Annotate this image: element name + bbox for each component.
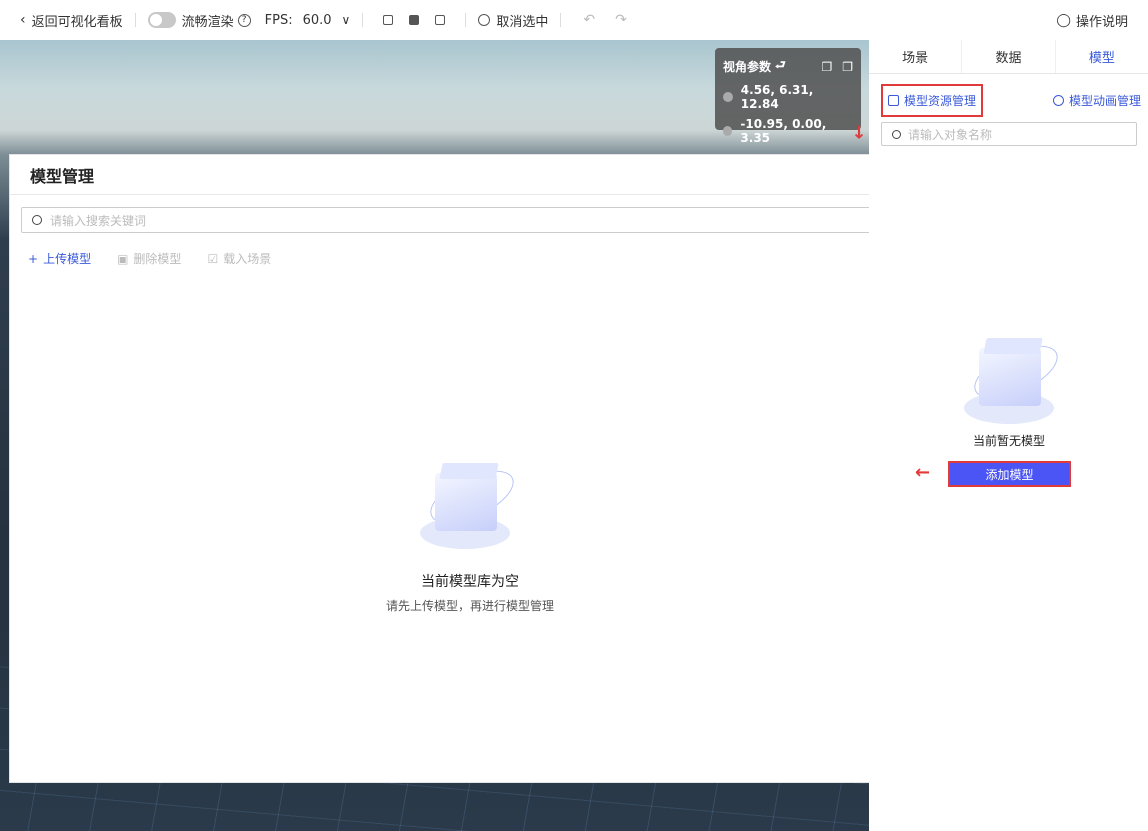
cube-icon — [888, 94, 899, 106]
back-label: 返回可视化看板 — [31, 14, 123, 30]
lightbulb-icon: ◯ — [1056, 12, 1071, 28]
annotation-arrow-left: ← — [915, 462, 931, 483]
search-placeholder: 请输入搜索关键词 — [50, 213, 147, 228]
search-icon — [32, 215, 42, 225]
camera-position-row: 4.56, 6.31, 12.84 — [723, 83, 853, 111]
add-model-button[interactable]: 添加模型 — [948, 461, 1071, 487]
tab-data[interactable]: 数据 — [962, 40, 1056, 73]
object-search-input[interactable]: 请输入对象名称 — [881, 122, 1137, 146]
smooth-render-label: 流畅渲染 — [181, 14, 234, 30]
view-params-header: 视角参数 ⮐ ❐ ❐ — [723, 56, 853, 77]
divider — [134, 13, 136, 27]
help-label: 操作说明 — [1075, 14, 1128, 30]
divider — [560, 13, 562, 27]
empty-subtitle: 请先上传模型，再进行模型管理 — [385, 599, 554, 613]
load-scene-button[interactable]: ☑ 载入场景 — [207, 250, 271, 267]
model-resource-link[interactable]: 模型资源管理 — [881, 83, 984, 117]
view-front-icon[interactable] — [383, 15, 394, 25]
view-params-panel: 视角参数 ⮐ ❐ ❐ 4.56, 6.31, 12.84 -10.95, 0.0… — [715, 48, 861, 145]
search-input[interactable]: 请输入搜索关键词 — [21, 207, 917, 233]
copy-icon[interactable]: ❐ — [821, 60, 832, 74]
view-solid-icon[interactable] — [409, 15, 420, 25]
toggle-switch[interactable] — [147, 12, 176, 28]
help-circle-icon[interactable]: ? — [237, 13, 251, 27]
trash-icon: ▣ — [117, 251, 129, 266]
camera-icon — [723, 92, 733, 102]
deselect-label: 取消选中 — [496, 14, 549, 30]
plus-icon: + — [28, 251, 39, 266]
smooth-render-toggle[interactable]: 流畅渲染 ? — [147, 11, 251, 30]
search-icon — [892, 129, 901, 139]
object-search-placeholder: 请输入对象名称 — [908, 127, 993, 142]
view-params-title: 视角参数 — [723, 60, 772, 74]
paste-icon[interactable]: ❐ — [842, 60, 853, 74]
delete-model-button[interactable]: ▣ 删除模型 — [117, 250, 181, 267]
divider — [465, 13, 467, 27]
empty-state: 当前模型库为空 请先上传模型，再进行模型管理 — [10, 455, 930, 614]
model-links: 模型资源管理 模型动画管理 — [881, 83, 1141, 117]
undo-icon[interactable]: ↶ — [583, 12, 595, 28]
empty-title: 当前模型库为空 — [421, 574, 519, 590]
redo-icon[interactable]: ↷ — [615, 12, 627, 28]
model-management-dialog: 模型管理 ✕ 请输入搜索关键词 + 上传模型 ▣ 删除模型 ☑ 载入场景 当前模… — [9, 154, 933, 783]
target-position-row: -10.95, 0.00, 3.35 — [723, 117, 853, 145]
chevron-left-icon: ‹ — [20, 12, 26, 28]
dialog-header: 模型管理 ✕ — [10, 155, 932, 195]
model-animation-label: 模型动画管理 — [1068, 93, 1141, 108]
divider — [362, 13, 364, 27]
delete-model-label: 删除模型 — [133, 252, 182, 266]
top-toolbar: ‹ 返回可视化看板 流畅渲染 ? FPS: 60.0 ∨ 取消选中 ↶ ↷ ◯ … — [0, 0, 1148, 40]
upload-model-label: 上传模型 — [43, 252, 92, 266]
side-panel: 场景 数据 模型 模型资源管理 模型动画管理 请输入对象名称 当前暂无模型 添加… — [869, 40, 1148, 831]
import-icon: ☑ — [207, 251, 219, 266]
chevron-down-icon[interactable]: ∨ — [342, 13, 351, 27]
camera-position-value: 4.56, 6.31, 12.84 — [740, 83, 814, 111]
fps-label: FPS: — [264, 12, 293, 28]
model-animation-link[interactable]: 模型动画管理 — [1052, 92, 1141, 109]
fps-value: 60.0 — [302, 12, 332, 28]
gear-icon — [1052, 94, 1064, 106]
view-side-icon[interactable] — [435, 15, 446, 25]
target-icon — [723, 126, 733, 136]
side-tabs: 场景 数据 模型 — [869, 40, 1148, 74]
load-scene-label: 载入场景 — [223, 252, 272, 266]
upload-model-button[interactable]: + 上传模型 — [28, 250, 91, 267]
tab-model[interactable]: 模型 — [1056, 40, 1148, 73]
empty-box-illustration — [415, 455, 525, 555]
target-icon — [478, 14, 491, 26]
dialog-actions: + 上传模型 ▣ 删除模型 ☑ 载入场景 — [28, 250, 297, 267]
model-resource-label: 模型资源管理 — [904, 93, 977, 108]
target-position-value: -10.95, 0.00, 3.35 — [740, 117, 827, 145]
fps-display: FPS: 60.0 ∨ — [265, 13, 351, 28]
side-empty-state: 当前暂无模型 — [949, 330, 1069, 449]
dialog-title: 模型管理 — [30, 166, 95, 186]
tab-scene[interactable]: 场景 — [869, 40, 963, 73]
empty-box-illustration — [959, 330, 1066, 424]
help-button[interactable]: ◯ 操作说明 — [1056, 11, 1128, 30]
back-button[interactable]: ‹ 返回可视化看板 — [20, 11, 123, 30]
reset-icon[interactable]: ⮐ — [775, 56, 786, 77]
side-empty-title: 当前暂无模型 — [972, 434, 1045, 448]
deselect-button[interactable]: 取消选中 — [478, 11, 548, 30]
